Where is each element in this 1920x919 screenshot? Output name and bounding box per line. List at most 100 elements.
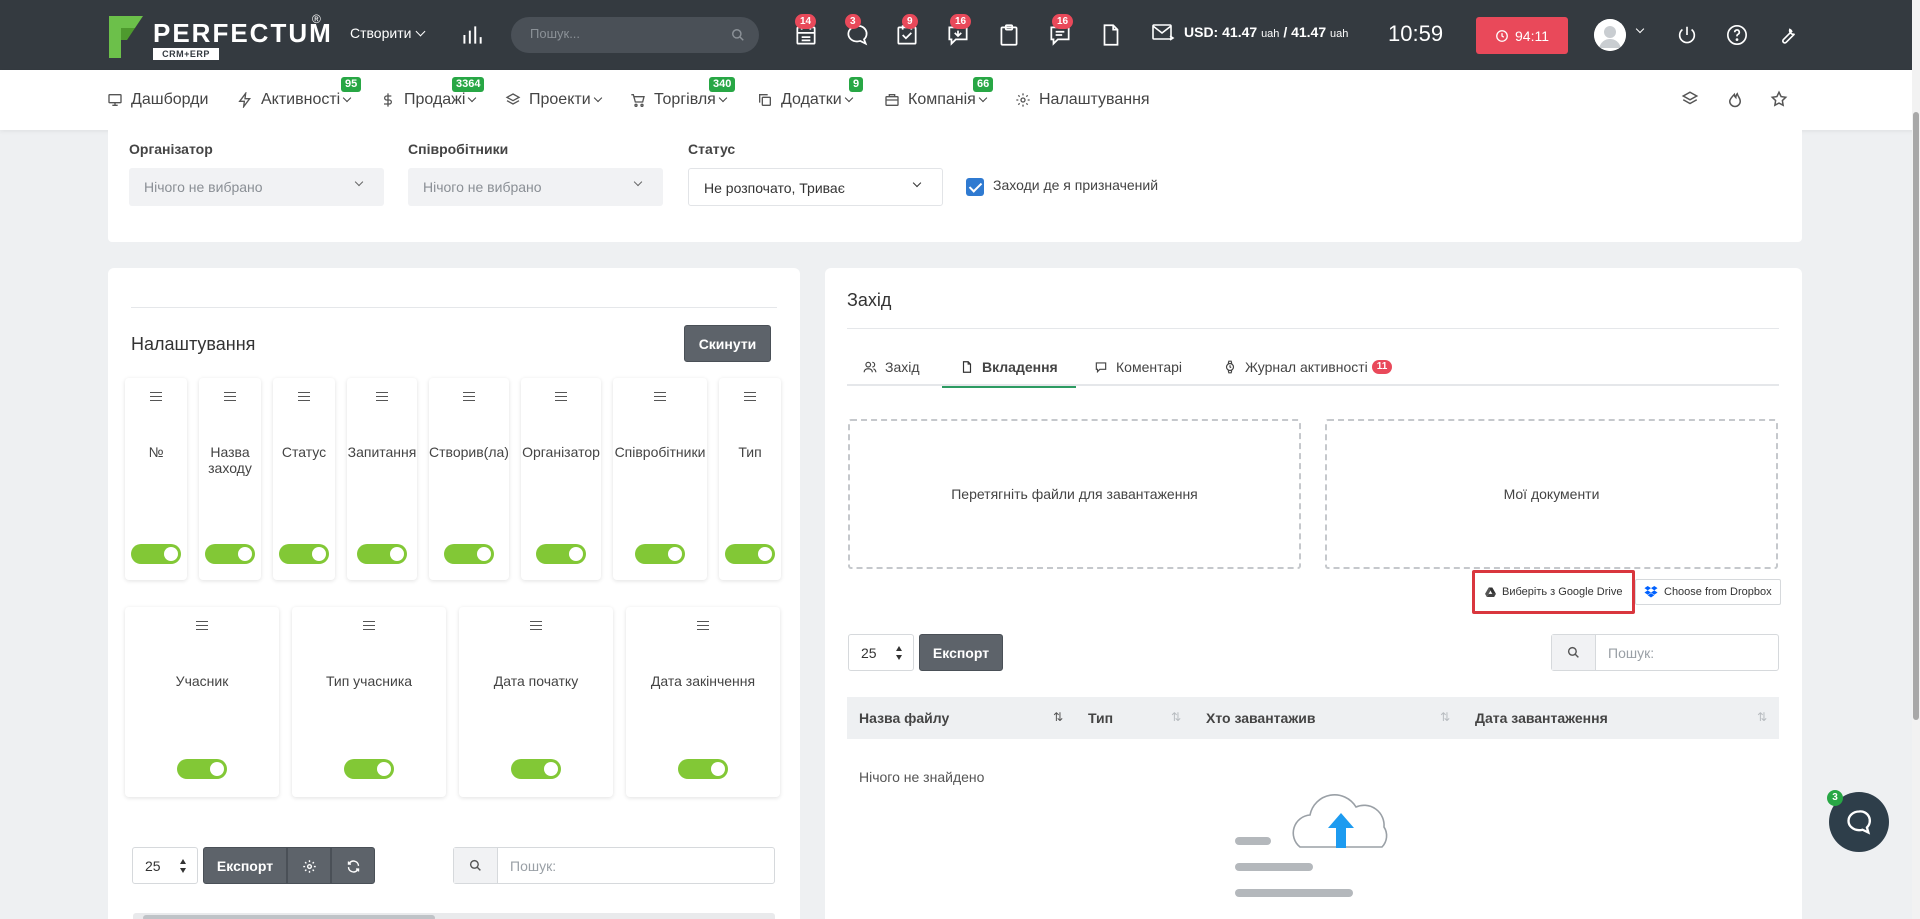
attachments-page-size-select[interactable]: 25 [848,634,914,671]
nav-item-company[interactable]: Компанія 66 [884,77,994,109]
column-toggle[interactable] [635,544,685,564]
column-card-organizer[interactable]: Організатор [521,378,601,580]
tab-attachments[interactable]: Вкладення [942,348,1076,388]
file-dropzone[interactable]: Перетягніть файли для завантаження [848,419,1301,569]
vertical-scrollbar[interactable] [1912,0,1920,919]
timer-button[interactable]: 94:11 [1476,17,1568,54]
column-card-status[interactable]: Статус [273,378,335,580]
drag-handle-icon[interactable] [530,621,542,630]
chat-icon[interactable]: 3 [844,14,870,48]
page-size-select[interactable]: 25 [132,847,198,884]
wrench-icon[interactable] [1777,24,1799,49]
assigned-checkbox-label[interactable]: Заходи де я призначений [993,177,1158,193]
search-icon[interactable] [731,28,745,42]
reset-button[interactable]: Скинути [684,325,771,362]
column-toggle[interactable] [511,759,561,779]
layers-toggle-icon[interactable] [1681,90,1699,111]
column-toggle[interactable] [444,544,494,564]
column-card-number[interactable]: № [125,378,187,580]
column-card-questions[interactable]: Запитання [347,378,417,580]
drag-handle-icon[interactable] [654,392,666,401]
organizer-select[interactable]: Нічого не вибрано [129,168,384,206]
sort-icon[interactable]: ⇅ [1171,710,1181,724]
global-search-input[interactable] [530,26,720,41]
fire-icon[interactable] [1726,90,1744,111]
column-card-end-date[interactable]: Дата закінчення [626,607,780,797]
column-header-type[interactable]: Тип [1088,710,1113,726]
column-toggle[interactable] [357,544,407,564]
drag-handle-icon[interactable] [555,392,567,401]
power-icon[interactable] [1676,24,1698,49]
column-toggle[interactable] [177,759,227,779]
column-toggle[interactable] [344,759,394,779]
nav-item-sales[interactable]: Продажі 3364 [380,77,485,109]
column-toggle[interactable] [131,544,181,564]
column-card-type[interactable]: Тип [719,378,781,580]
drag-handle-icon[interactable] [697,621,709,630]
tab-comments[interactable]: Коментарі [1094,348,1182,386]
column-card-participant-type[interactable]: Тип учасника [292,607,446,797]
drag-handle-icon[interactable] [224,392,236,401]
currency-rates[interactable]: USD: 41.47 uah / 41.47 uah [1151,22,1348,42]
horizontal-scrollbar[interactable] [133,913,775,919]
nav-item-settings[interactable]: Налаштування [1015,91,1150,109]
currency-label: USD: [1184,24,1219,40]
nav-item-projects[interactable]: Проекти [505,91,602,109]
tasks-icon[interactable]: 9 [894,14,920,48]
sort-icon[interactable]: ⇅ [1757,710,1767,724]
settings-search-input[interactable] [510,858,710,874]
google-drive-button[interactable]: Виберіть з Google Drive [1472,570,1636,614]
column-toggle[interactable] [536,544,586,564]
user-menu-chevron-icon[interactable] [1635,24,1645,34]
bar-chart-icon[interactable] [459,22,485,48]
sort-icon[interactable]: ⇅ [1440,710,1450,724]
refresh-button[interactable] [331,847,375,884]
messages-icon[interactable]: 16 [945,14,972,48]
assigned-checkbox[interactable] [966,178,984,196]
export-button[interactable]: Експорт [203,847,287,884]
drag-handle-icon[interactable] [150,392,162,401]
attachments-search-input[interactable] [1608,645,1758,661]
nav-item-addons[interactable]: Додатки 9 [757,77,864,109]
support-chat-button[interactable]: 3 [1827,790,1889,852]
attachments-export-button[interactable]: Експорт [919,634,1003,671]
avatar[interactable] [1594,19,1626,51]
drag-handle-icon[interactable] [376,392,388,401]
tab-activity-log[interactable]: Журнал активності 11 [1223,348,1393,386]
nav-item-dashboards[interactable]: Дашборди [107,91,208,109]
calendar-icon[interactable]: 14 [793,14,819,48]
sort-desc-icon[interactable]: ⇅ [1053,710,1063,724]
column-header-file-name[interactable]: Назва файлу [859,710,949,726]
create-dropdown[interactable]: Створити [350,25,426,41]
column-header-uploaded-by[interactable]: Хто завантажив [1206,710,1315,726]
dropbox-button[interactable]: Choose from Dropbox [1635,579,1781,605]
my-documents-dropzone[interactable]: Мої документи [1325,419,1778,569]
employees-select[interactable]: Нічого не вибрано [408,168,663,206]
column-toggle[interactable] [279,544,329,564]
column-settings-button[interactable] [287,847,331,884]
column-card-participant[interactable]: Учасник [125,607,279,797]
drag-handle-icon[interactable] [463,392,475,401]
nav-item-trade[interactable]: Торгівля 340 [630,77,736,109]
column-card-created-by[interactable]: Створив(ла) [429,378,509,580]
column-toggle[interactable] [205,544,255,564]
tab-event[interactable]: Захід [863,348,920,386]
status-select[interactable]: Не розпочато, Триває [688,168,943,206]
column-toggle[interactable] [725,544,775,564]
column-card-event-name[interactable]: Назва заходу [199,378,261,580]
nav-item-activities[interactable]: Активності 95 [237,77,362,109]
drag-handle-icon[interactable] [196,621,208,630]
comments-icon[interactable]: 16 [1047,14,1074,48]
column-header-upload-date[interactable]: Дата завантаження [1475,710,1608,726]
help-icon[interactable] [1726,24,1748,49]
clipboard-icon[interactable] [996,22,1022,48]
column-toggle[interactable] [678,759,728,779]
nav-badge: 66 [973,77,994,92]
document-icon[interactable] [1098,22,1124,48]
drag-handle-icon[interactable] [363,621,375,630]
column-card-employees[interactable]: Співробітники [613,378,707,580]
column-card-start-date[interactable]: Дата початку [459,607,613,797]
drag-handle-icon[interactable] [744,392,756,401]
star-icon[interactable] [1770,90,1788,111]
drag-handle-icon[interactable] [298,392,310,401]
